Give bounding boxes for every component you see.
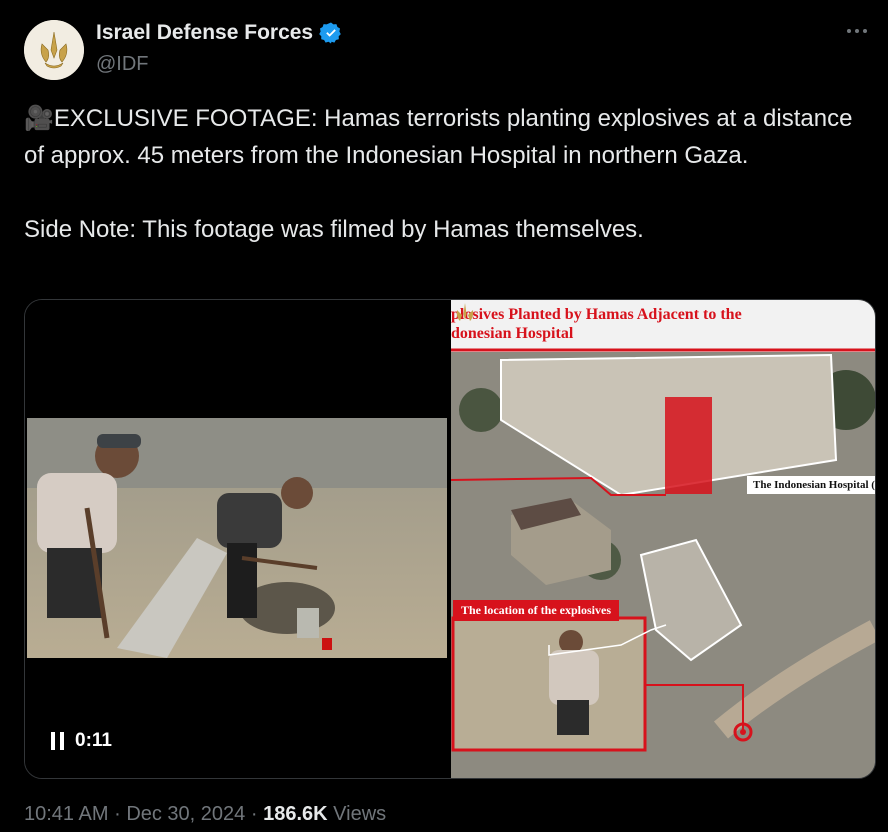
tweet-meta: 10:41 AM · Dec 30, 2024 · 186.6K Views xyxy=(24,803,386,826)
tweet-text: 🎥EXCLUSIVE FOOTAGE: Hamas terrorists pla… xyxy=(24,100,869,248)
aerial-photo-image xyxy=(451,300,875,778)
author-handle[interactable]: @IDF xyxy=(96,53,149,76)
video-controls: 0:11 xyxy=(51,730,112,752)
author-name-row: Israel Defense Forces xyxy=(96,21,343,45)
tweet-paragraph-2: Side Note: This footage was filmed by Ha… xyxy=(24,216,644,243)
video-player[interactable]: 0:11 xyxy=(25,300,449,778)
explosives-location-label: The location of the explosives xyxy=(453,600,619,621)
hospital-label: The Indonesian Hospital ( xyxy=(747,476,875,494)
media-container: 0:11 plosives Planted by Hamas Adjacent … xyxy=(24,299,876,779)
more-options-icon[interactable] xyxy=(844,18,870,44)
meta-separator: · xyxy=(250,803,258,825)
tweet-date[interactable]: Dec 30, 2024 xyxy=(126,803,245,825)
avatar[interactable] xyxy=(24,20,84,80)
pause-icon[interactable] xyxy=(51,732,65,750)
idf-logo-icon xyxy=(456,303,474,321)
views-count: 186.6K xyxy=(263,803,328,825)
views-label: Views xyxy=(333,803,387,825)
video-time: 0:11 xyxy=(75,730,112,751)
idf-emblem-icon xyxy=(24,20,84,80)
photo-title: plosives Planted by Hamas Adjacent to th… xyxy=(451,306,742,342)
video-frame-image xyxy=(27,418,447,658)
meta-separator: · xyxy=(114,803,121,825)
tweet-time[interactable]: 10:41 AM xyxy=(24,803,109,825)
author-name[interactable]: Israel Defense Forces xyxy=(96,21,313,45)
media-photo[interactable]: plosives Planted by Hamas Adjacent to th… xyxy=(451,300,875,778)
verified-badge-icon[interactable] xyxy=(319,21,343,45)
tweet-paragraph-1: 🎥EXCLUSIVE FOOTAGE: Hamas terrorists pla… xyxy=(24,105,853,169)
